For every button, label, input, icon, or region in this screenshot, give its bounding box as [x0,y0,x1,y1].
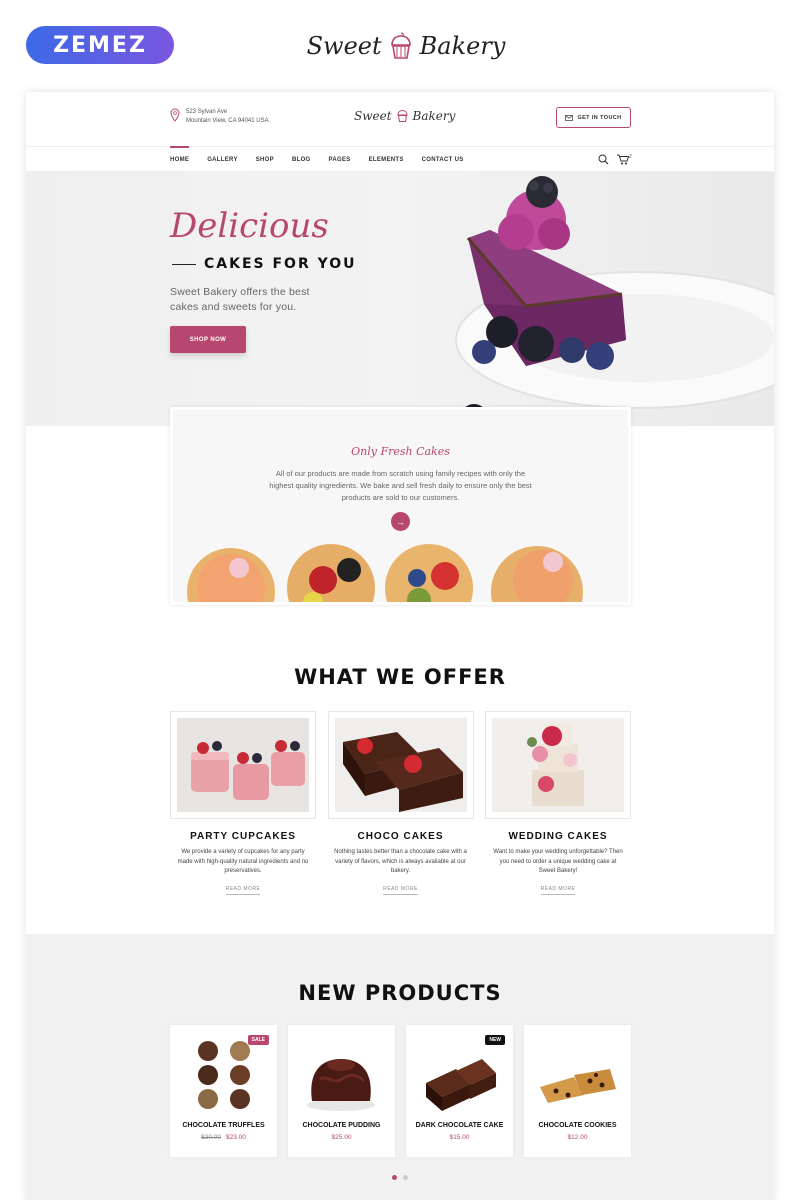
offer-card-description: We provide a variety of cupcakes for any… [177,849,309,874]
site-logo[interactable]: Sweet Bakery [354,108,455,123]
offer-image-frame [170,711,316,819]
offer-card-description: Want to make your wedding unforgettable?… [493,849,623,874]
nav-icons: 2 [598,154,632,165]
product-card-pudding[interactable]: CHOCOLATE PUDDING $25.00 [288,1025,395,1157]
hero-title: CAKES FOR YOU [204,256,357,272]
product-card-truffles[interactable]: SALE CHOCOLATE TRUFFLES $30.00 $23.00 [170,1025,277,1157]
main-nav: HOME GALLERY SHOP BLOG PAGES ELEMENTS CO… [26,146,774,172]
nav-item-pages[interactable]: PAGES [329,147,351,173]
nav-item-elements[interactable]: ELEMENTS [369,147,404,173]
offer-section-title: WHAT WE OFFER [294,665,506,689]
get-in-touch-button[interactable]: GET IN TOUCH [556,107,631,128]
nav-item-shop[interactable]: SHOP [256,147,274,173]
products-grid: SALE CHOCOLATE TRUFFLES $30.00 $23.00 CHO… [170,1025,631,1157]
offer-card-title: CHOCO CAKES [357,831,444,842]
fresh-text: All of our products are made from scratc… [269,469,532,502]
arrow-right-icon: → [396,516,405,527]
website-preview: 523 Sylvan Ave Mountain View, CA 94041 U… [26,92,774,1200]
hero-cake-image [455,176,774,426]
product-price-row: $12.00 [524,1134,631,1141]
offer-card-title: PARTY CUPCAKES [190,831,296,842]
site-logo-left: Sweet [354,108,392,123]
zemez-logo-text: ZEMEZ [53,32,147,58]
carousel-dot-1[interactable] [392,1175,397,1180]
product-price: $15.00 [449,1134,470,1141]
address-block: 523 Sylvan Ave Mountain View, CA 94041 U… [170,108,269,126]
site-header: 523 Sylvan Ave Mountain View, CA 94041 U… [26,92,774,146]
product-price: $25.00 [331,1134,352,1141]
new-badge: NEW [485,1035,505,1045]
product-price-row: $30.00 $23.00 [170,1134,277,1141]
read-more-link[interactable]: READ MORE [383,886,418,895]
sale-badge: SALE [247,1035,269,1045]
carousel-dot-2[interactable] [403,1175,408,1180]
fresh-title: Only Fresh Cakes [351,445,450,458]
chocolate-pudding-image [307,1059,375,1111]
shop-now-button[interactable]: SHOP NOW [170,326,246,353]
offer-image-frame [485,711,631,819]
product-name: CHOCOLATE TRUFFLES [182,1122,265,1129]
search-icon[interactable] [598,154,609,165]
product-card-cookies[interactable]: CHOCOLATE COOKIES $12.00 [524,1025,631,1157]
mail-icon [565,114,574,121]
brand-name-left: Sweet [306,32,382,60]
hero-text: Sweet Bakery offers the best cakes and s… [170,286,310,313]
party-cupcakes-image [177,718,309,812]
offer-card-description: Nothing tastes better than a chocolate c… [334,849,467,874]
cart-count: 2 [629,154,632,160]
chocolate-cookies-image [540,1069,616,1103]
site-logo-right: Bakery [412,108,456,123]
brand-logo-large: Sweet Bakery [306,24,506,68]
new-products-section: NEW PRODUCTS SALE CHOCOLATE TRUFFLES $30… [26,934,774,1200]
product-name: CHOCOLATE COOKIES [538,1122,617,1129]
choco-cakes-image [334,718,467,812]
product-name: DARK CHOCOLATE CAKE [415,1122,504,1129]
hero-script-title: Delicious [170,206,329,246]
cart-button[interactable]: 2 [617,154,632,165]
nav-item-blog[interactable]: BLOG [292,147,311,173]
offer-card-choco-cakes[interactable]: CHOCO CAKES Nothing tastes better than a… [327,711,474,895]
read-more-link[interactable]: READ MORE [225,886,261,895]
nav-item-home[interactable]: HOME [170,146,190,173]
dark-chocolate-cake-image [426,1059,496,1111]
cupcake-icon [397,109,408,122]
product-price-row: $15.00 [406,1134,513,1141]
fruit-tarts-image [187,544,583,602]
hero-divider [172,264,196,265]
carousel-pagination [392,1175,408,1180]
address-line-1: 523 Sylvan Ave [186,109,228,115]
wedding-cakes-image [492,718,624,812]
product-old-price: $30.00 [201,1134,221,1141]
shop-now-label: SHOP NOW [189,336,227,343]
fresh-arrow-button[interactable]: → [391,512,410,531]
product-card-dark-cake[interactable]: NEW DARK CHOCOLATE CAKE $15.00 [406,1025,513,1157]
nav-item-contact[interactable]: CONTACT US [422,147,464,173]
fresh-cakes-banner: Only Fresh Cakes All of our products are… [170,407,631,605]
offer-card-wedding-cakes[interactable]: WEDDING CAKES Want to make your wedding … [485,711,631,895]
cupcake-icon [390,32,411,59]
offer-image-frame [327,711,474,819]
chocolate-truffles-image [198,1041,250,1109]
read-more-link[interactable]: READ MORE [540,886,576,895]
marketplace-banner: ZEMEZ Sweet Bakery [0,0,800,92]
address-line-2: Mountain View, CA 94041 USA [186,118,269,124]
offer-card-title: WEDDING CAKES [508,831,608,842]
location-pin-icon [170,108,180,122]
zemez-logo[interactable]: ZEMEZ [26,26,174,64]
hero-section: Delicious CAKES FOR YOU Sweet Bakery off… [26,172,774,426]
nav-item-gallery[interactable]: GALLERY [207,147,238,173]
product-price: $12.00 [567,1134,588,1141]
offer-grid: PARTY CUPCAKES We provide a variety of c… [170,711,631,895]
brand-name-right: Bakery [419,32,506,60]
cart-icon [617,154,629,165]
offer-card-party-cupcakes[interactable]: PARTY CUPCAKES We provide a variety of c… [170,711,316,895]
product-price: $23.00 [226,1134,246,1141]
get-in-touch-label: GET IN TOUCH [577,114,622,121]
products-section-title: NEW PRODUCTS [298,981,502,1005]
product-price-row: $25.00 [288,1134,395,1141]
product-name: CHOCOLATE PUDDING [302,1122,381,1129]
